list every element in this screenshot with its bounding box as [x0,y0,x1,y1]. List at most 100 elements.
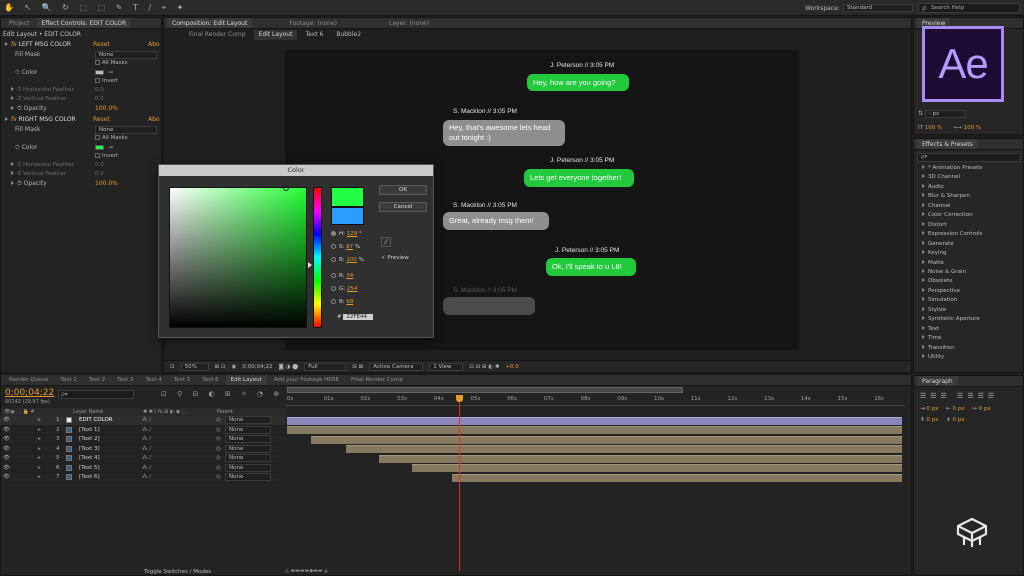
timeline-layer-row[interactable]: 👁 ▸ 2 [Text 1] ⁂ ∕ ◎ None [0,425,285,435]
timeline-zoom-slider[interactable]: ◬ ▬▬▬▬◆▬▬ ◭ [285,568,405,574]
timeline-layer-row[interactable]: 👁 ▸ 5 [Text 4] ⁂ ∕ ◎ None [0,454,285,464]
effects-category-item[interactable]: Simulation [922,297,957,303]
invert-checkbox[interactable]: Invert [95,77,118,86]
timeline-layer-row[interactable]: 👁 ▸ 4 [Text 3] ⁂ ∕ ◎ None [0,444,285,454]
visibility-eye-icon[interactable]: 👁 [3,435,10,444]
red-field[interactable]: R: 34 [331,273,353,279]
twirl-arrow-icon[interactable]: ▸ [38,426,41,435]
layer-name[interactable]: EDIT COLOR [79,416,113,425]
effects-search-field[interactable]: ρ▾ [917,153,1021,162]
zoom-dropdown[interactable]: 50% [180,362,209,371]
expand-arrow-icon[interactable] [5,117,8,121]
h-feather-value[interactable]: 0.0 [95,86,104,95]
indent-first-value[interactable]: 0 px [979,406,991,412]
effects-category-item[interactable]: Synthetic Aperture [922,316,980,322]
parent-pickwhip-icon[interactable]: ◎ [216,464,221,473]
all-masks-checkbox[interactable]: All Masks [95,59,128,68]
twirl-arrow-icon[interactable]: ▸ [38,445,41,454]
horizontal-scale-value[interactable]: 100 % [964,125,981,131]
green-field[interactable]: G: 254 [331,286,357,292]
twirl-arrow-icon[interactable]: ▸ [38,454,41,463]
saturation-value[interactable]: 87 [346,244,353,250]
indent-left-value[interactable]: 0 px [926,406,938,412]
tab-layer[interactable]: Layer: (none) [384,18,434,28]
effects-category-item[interactable]: Keying [922,250,946,256]
red-value[interactable]: 34 [346,273,353,279]
effects-category-item[interactable]: * Animation Presets [922,165,982,171]
effects-category-item[interactable]: Transition [922,345,955,351]
stopwatch-icon[interactable]: ⏱ [15,144,22,151]
parent-dropdown[interactable]: None [225,473,271,481]
layer-duration-bar[interactable] [452,473,902,482]
layer-duration-bar[interactable] [287,416,902,425]
parent-dropdown[interactable]: None [225,463,271,472]
timeline-tab[interactable]: Text 5 [169,375,195,385]
color-swatch-left[interactable] [95,70,104,75]
hex-field[interactable]: # 22FE44 [337,314,374,320]
tab-composition[interactable]: Composition: Edit Layout [167,18,253,28]
effects-category-item[interactable]: Expression Controls [922,231,982,237]
effects-category-item[interactable]: Perspective [922,288,960,294]
visibility-eye-icon[interactable]: 👁 [3,416,10,425]
workspace-dropdown[interactable]: Standard [843,4,913,12]
playhead[interactable] [459,395,460,571]
snapshot-icon[interactable]: ◙ ◑ ⬤ [278,364,298,370]
eyedropper-icon[interactable]: ⊸ [108,144,113,151]
tab-footage[interactable]: Footage: (none) [284,18,342,28]
layer-name[interactable]: [Text 3] [79,445,100,454]
effects-category-item[interactable]: Generate [922,241,954,247]
time-ruler[interactable] [285,394,905,406]
parent-pickwhip-icon[interactable]: ◎ [216,426,221,435]
about-link[interactable]: Abo [148,40,160,49]
layer-name[interactable]: [Text 5] [79,464,100,473]
color-swatch-right[interactable] [95,145,104,150]
eyedropper-icon[interactable]: ⊸ [108,69,113,76]
parent-dropdown[interactable]: None [225,425,271,434]
opacity-value[interactable]: 100.0% [95,179,118,188]
playhead-handle[interactable] [456,395,463,402]
invert-checkbox[interactable]: Invert [95,152,118,161]
h-feather-value[interactable]: 0.0 [95,161,104,170]
layer-duration-bar[interactable] [345,445,902,453]
eyedropper-icon[interactable]: ⁄ [381,237,391,247]
saturation-brightness-field[interactable] [169,187,307,328]
region-icon[interactable]: ⊟ ⊠ [352,364,363,370]
timeline-layer-row[interactable]: 👁 ▸ 6 [Text 5] ⁂ ∕ ◎ None [0,463,285,473]
effects-category-item[interactable]: Color Correction [922,212,973,218]
timeline-layer-row[interactable]: 👁 ▸ 1 EDIT COLOR ⁂ ∕ ◎ None [0,416,285,426]
timeline-tab[interactable]: Text 1 [55,375,81,385]
effects-category-item[interactable]: Utility [922,354,944,360]
brightness-value[interactable]: 100 [346,257,357,263]
tool-icons[interactable]: ✋ ↖ 🔍 ↻ ⬚ ⬚ ✎ T ∕ ⌖ ✦ [4,3,187,13]
toggle-switches-label[interactable]: Toggle Switches / Modes [144,569,211,575]
all-masks-checkbox[interactable]: All Masks [95,134,128,143]
parent-pickwhip-icon[interactable]: ◎ [216,445,221,454]
timeline-timecode[interactable]: 0;00;04;22 [5,388,54,398]
layer-switches-icon[interactable]: ⁂ ∕ [142,426,151,435]
saturation-field[interactable]: S: 87 % [331,244,360,250]
view-icons[interactable]: ⊡ ⊟ ⊞ ◐ ✱ [469,364,499,370]
layer-duration-bar[interactable] [287,426,902,434]
twirl-arrow-icon[interactable]: ▸ [38,435,41,444]
parent-dropdown[interactable]: None [225,444,271,453]
color-picker-cursor[interactable] [283,185,289,191]
breadcrumb-item[interactable]: Edit Layout [253,30,298,40]
twirl-arrow-icon[interactable]: ▸ [38,416,41,425]
breadcrumb-item[interactable]: Text 6 [300,30,328,40]
timeline-layer-row[interactable]: 👁 ▸ 7 [Text 6] ⁂ ∕ ◎ None [0,473,285,483]
timeline-switch-icons[interactable]: ⊡ ⚲ ⊟ ◐ ⊞ ✧ ◔ ⊕ [161,390,283,398]
breadcrumb-item[interactable]: Final Render Comp [184,30,251,40]
stopwatch-icon[interactable]: ⏱ [15,69,22,76]
timeline-search-field[interactable]: ρ▾ [58,390,134,399]
resolution-dropdown[interactable]: Full [304,362,347,371]
parent-pickwhip-icon[interactable]: ◎ [216,416,221,425]
preview-checkbox[interactable]: ✓ Preview [381,255,409,261]
parent-pickwhip-icon[interactable]: ◎ [216,473,221,482]
fill-mask-dropdown[interactable]: None [95,126,157,134]
layer-name[interactable]: [Text 4] [79,454,100,463]
timeline-tab[interactable]: Render Queue [4,375,53,385]
timeline-tab[interactable]: Add your Footage HERE [269,375,344,385]
reset-link[interactable]: Reset [93,40,110,49]
blue-field[interactable]: B: 68 [331,299,353,305]
effect-right-msg-header[interactable]: fx RIGHT MSG COLOR Reset Abo [5,115,161,124]
